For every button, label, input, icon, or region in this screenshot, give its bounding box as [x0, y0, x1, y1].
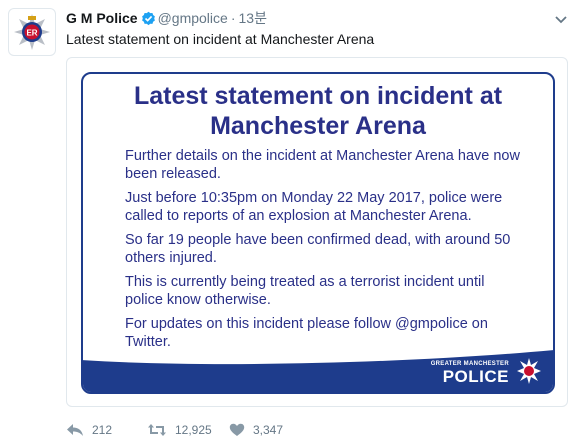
statement-paragraph: So far 19 people have been confirmed dea… — [125, 232, 511, 266]
reply-icon — [67, 424, 83, 436]
chevron-down-icon[interactable] — [554, 12, 568, 24]
gmp-badge-icon: ER — [14, 14, 50, 50]
verified-icon — [141, 11, 156, 30]
statement-paragraph: This is currently being treated as a ter… — [125, 274, 485, 308]
gmp-logo: GREATER MANCHESTER POLICE — [431, 361, 509, 386]
like-count: 3,347 — [253, 423, 284, 437]
tweet-text: Latest statement on incident at Manchest… — [66, 31, 375, 47]
retweet-button[interactable]: 12,925 — [147, 419, 212, 441]
statement-paragraph: Just before 10:35pm on Monday 22 May 201… — [125, 190, 503, 224]
tweet-timestamp[interactable]: 13분 — [239, 10, 267, 26]
meta-separator: · — [230, 10, 236, 26]
badge-letters: ER — [26, 29, 37, 38]
heart-icon — [229, 423, 245, 436]
police-badge-icon — [515, 356, 543, 386]
reply-button[interactable]: 212 — [66, 419, 112, 441]
statement-title: Latest statement on incident at Manchest… — [133, 82, 503, 140]
reply-count: 212 — [92, 423, 113, 437]
like-button[interactable]: 3,347 — [229, 419, 283, 441]
logo-big-text: POLICE — [442, 367, 509, 386]
tweet-header: G M Police @gmpolice · 13분 — [66, 9, 267, 30]
tweet-media-image[interactable]: Latest statement on incident at Manchest… — [66, 57, 568, 407]
statement-paragraph: For updates on this incident please foll… — [125, 316, 488, 350]
retweet-count: 12,925 — [175, 423, 212, 437]
statement-paragraph: Further details on the incident at Manch… — [125, 148, 520, 182]
statement-card: Latest statement on incident at Manchest… — [81, 72, 555, 394]
statement-body: Further details on the incident at Manch… — [125, 147, 523, 357]
author-handle[interactable]: @gmpolice — [158, 10, 228, 26]
author-name[interactable]: G M Police — [66, 10, 138, 26]
profile-avatar[interactable]: ER — [8, 8, 56, 56]
retweet-icon — [148, 424, 166, 436]
